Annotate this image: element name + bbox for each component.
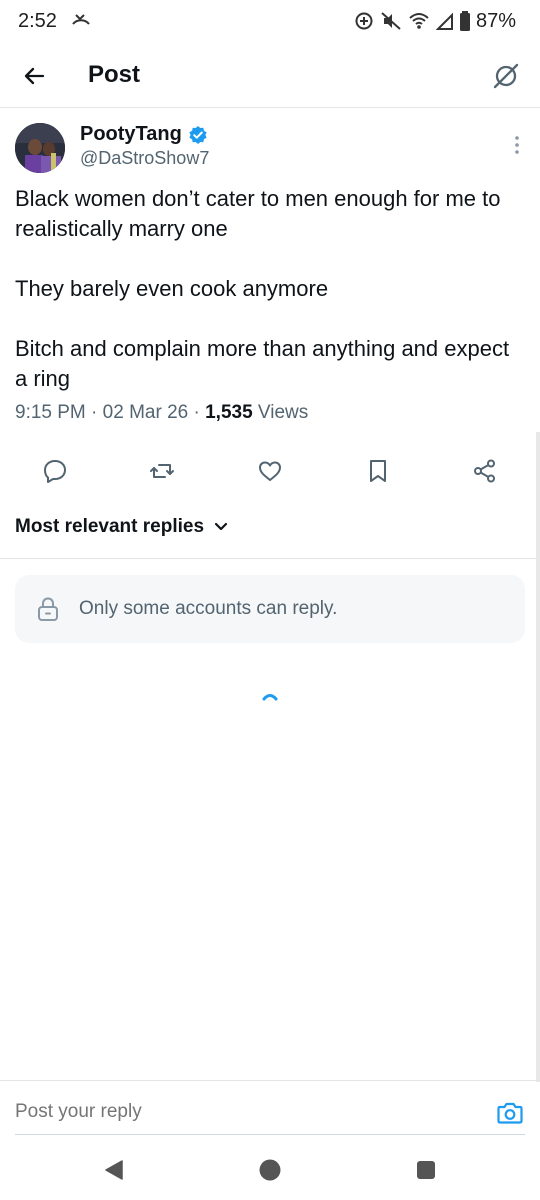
reply-button[interactable] [40,456,70,486]
avatar-image [15,123,65,173]
system-nav-bar [0,1140,540,1200]
post-time: 9:15 PM [15,402,86,423]
repost-button[interactable] [147,456,177,486]
notice-text: Only some accounts can reply. [79,598,338,619]
post-screen: 2:52 87% Post PootyTang @DaStroShow7 Bla… [0,0,540,1200]
post-paragraph: They barely even cook anymore [15,276,329,301]
nav-home-icon[interactable] [258,1158,282,1182]
missed-call-icon [72,14,90,25]
chevron-down-icon [214,522,228,531]
reply-sort-dropdown[interactable]: Most relevant replies [15,516,228,538]
battery-level: 87% [475,9,516,32]
share-icon [474,459,495,483]
back-button[interactable] [14,56,54,96]
lock-icon [38,597,58,621]
meta-separator: · [188,402,206,423]
author-name-text: PootyTang [80,123,182,145]
reply-input[interactable] [15,1101,455,1123]
author-handle[interactable]: @DaStroShow7 [80,148,209,169]
back-arrow-icon [24,67,45,85]
grok-button[interactable] [486,56,526,96]
divider [0,558,540,559]
post-meta: 9:15 PM · 02 Mar 26 · 1,535 Views [15,402,308,424]
battery-icon [459,11,470,31]
bookmark-button[interactable] [363,456,393,486]
post-paragraph: Bitch and complain more than anything an… [15,336,510,391]
wifi-icon [409,13,429,29]
reply-restriction-notice: Only some accounts can reply. [15,575,525,643]
share-button[interactable] [470,456,500,486]
post-date: 02 Mar 26 [102,402,189,423]
reply-composer [0,1080,540,1138]
avatar[interactable] [15,123,65,173]
sort-label: Most relevant replies [15,516,205,537]
action-bar [0,448,540,494]
loading-spinner-icon [262,694,278,701]
views-label: Views [257,402,309,423]
page-title: Post [88,61,141,88]
status-icons: 87% [354,8,516,34]
status-bar: 2:52 87% [0,0,540,42]
like-icon [259,461,281,481]
header: Post [0,42,540,108]
more-options-icon[interactable] [512,134,522,156]
author-name[interactable]: PootyTang [80,123,208,146]
like-button[interactable] [255,456,285,486]
reply-underline [15,1134,525,1135]
data-saver-icon [355,12,373,30]
post-paragraph: Black women don’t cater to men enough fo… [15,186,501,241]
camera-icon[interactable] [496,1099,524,1127]
status-time: 2:52 [18,10,57,32]
verified-badge-icon [189,125,207,144]
nav-recents-icon[interactable] [414,1158,438,1182]
bookmark-icon [370,460,386,482]
repost-icon [150,464,174,478]
grok-icon [493,63,519,89]
scrollbar[interactable] [536,432,540,1082]
post-text: Black women don’t cater to men enough fo… [15,184,527,394]
reply-icon [44,460,66,483]
views-count[interactable]: 1,535 [205,402,253,423]
signal-icon [435,12,453,30]
mute-icon [381,12,401,30]
nav-back-icon[interactable] [102,1158,126,1182]
meta-separator: · [85,402,103,423]
